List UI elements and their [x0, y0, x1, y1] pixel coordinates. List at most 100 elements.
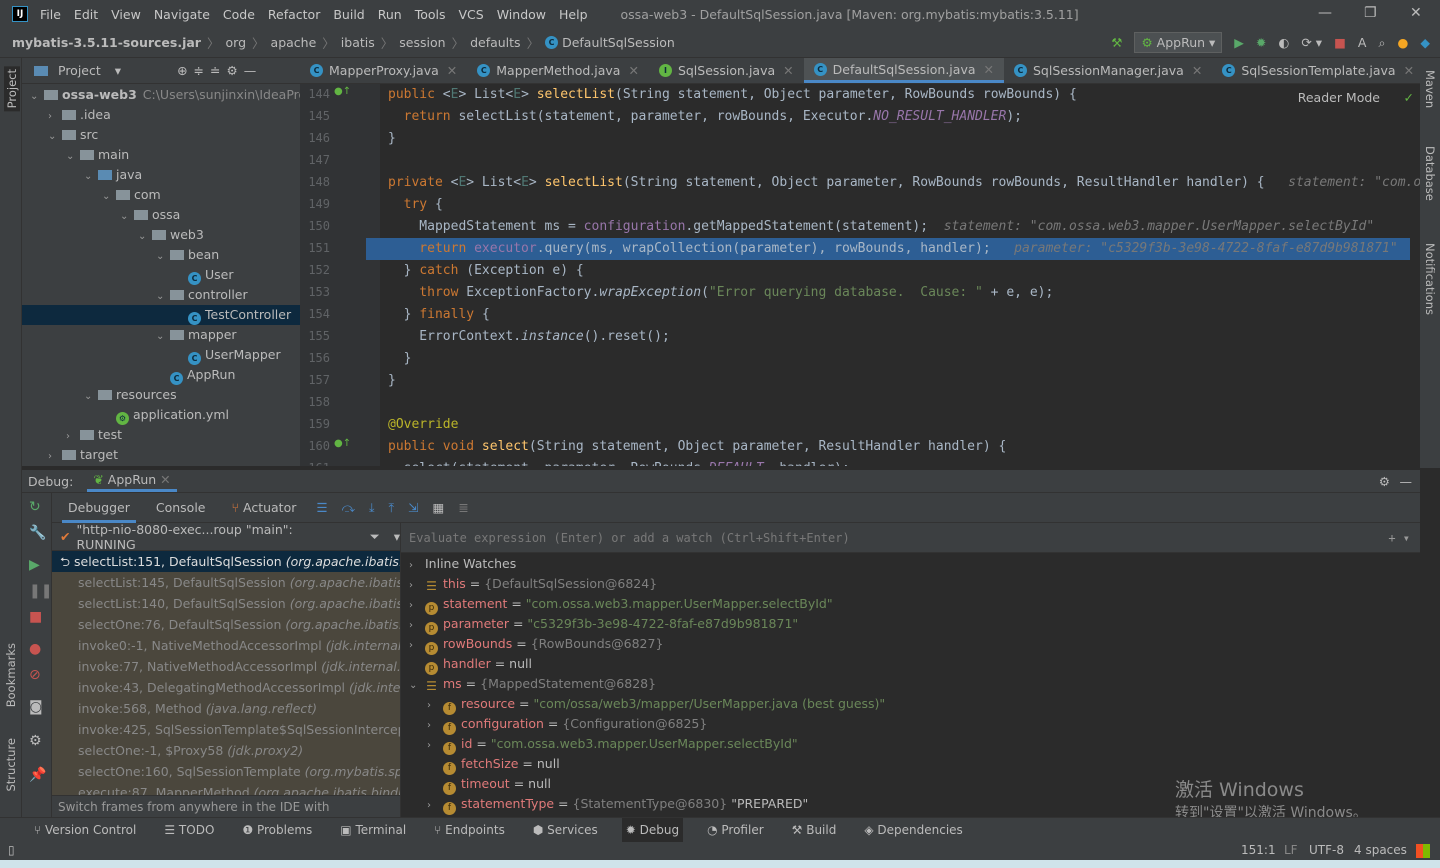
chevron-down-icon[interactable]: ▾ — [115, 63, 121, 78]
gear-icon[interactable]: ⚙ — [227, 63, 238, 78]
chevron-down-icon[interactable]: ⌄ — [156, 327, 170, 347]
tool-problems[interactable]: ❶ Problems — [238, 818, 316, 843]
restore-button[interactable]: ❐ — [1364, 5, 1377, 21]
editor-tab[interactable]: C MapperProxy.java ✕ — [300, 58, 467, 83]
tab-debugger[interactable]: Debugger — [62, 493, 136, 523]
layout-toggle-icon[interactable]: ▯ — [8, 843, 15, 857]
stack-frame[interactable]: selectList:140, DefaultSqlSession (org.a… — [52, 593, 400, 614]
variable-row[interactable]: › p statement = "com.ossa.web3.mapper.User… — [401, 594, 1420, 616]
tree-item[interactable]: › target — [22, 445, 300, 465]
minimize-button[interactable]: — — [1318, 5, 1332, 21]
profile-icon[interactable]: ⟳ ▾ — [1301, 35, 1322, 50]
tree-item[interactable]: ⌄ ossa — [22, 205, 300, 225]
chevron-right-icon[interactable]: › — [427, 736, 443, 756]
tab-actuator[interactable]: ⑂ Actuator — [226, 493, 303, 523]
filter-icon[interactable]: ⏷ — [370, 529, 380, 545]
tree-item[interactable]: › .idea — [22, 105, 300, 125]
menu-refactor[interactable]: Refactor — [268, 7, 320, 22]
variable-row[interactable]: › f configuration = {Configuration@6825} — [401, 714, 1420, 736]
reader-mode-button[interactable]: Reader Mode — [1298, 90, 1380, 105]
menu-run[interactable]: Run — [378, 7, 402, 22]
chevron-down-icon[interactable]: ⌄ — [30, 87, 44, 107]
chevron-down-icon[interactable]: ⌄ — [48, 127, 62, 147]
camera-icon[interactable]: ◙ — [29, 699, 43, 715]
chevron-down-icon[interactable]: ⌄ — [84, 387, 98, 407]
breadcrumb-item[interactable]: session — [399, 35, 445, 50]
variable-row[interactable]: p handler = null — [401, 654, 1420, 675]
tree-item[interactable]: › test — [22, 425, 300, 445]
stripe-database[interactable]: Database — [1423, 146, 1437, 201]
breadcrumb-item[interactable]: apache — [271, 35, 317, 50]
chevron-right-icon[interactable]: › — [427, 696, 443, 716]
view-breakpoints-icon[interactable]: ● — [29, 641, 41, 657]
tool-todo[interactable]: ☰ TODO — [160, 818, 218, 843]
hide-icon[interactable]: — — [1400, 474, 1413, 489]
chevron-right-icon[interactable]: › — [409, 596, 425, 616]
menu-window[interactable]: Window — [497, 7, 546, 22]
stripe-notifications[interactable]: Notifications — [1423, 243, 1437, 315]
variable-row[interactable]: › f id = "com.ossa.web3.mapper.UserMapper.… — [401, 734, 1420, 756]
inspection-ok-icon[interactable]: ✓ — [1404, 90, 1414, 105]
chevron-down-icon[interactable]: ⌄ — [156, 287, 170, 307]
tab-console[interactable]: Console — [150, 493, 212, 523]
rerun-icon[interactable]: ↻ — [29, 499, 41, 515]
stripe-structure[interactable]: Structure — [4, 738, 18, 792]
tool-terminal[interactable]: ▣ Terminal — [336, 818, 410, 843]
tree-item[interactable]: C UserMapper — [22, 345, 300, 365]
chevron-right-icon[interactable]: › — [66, 427, 80, 447]
chevron-down-icon[interactable]: ⌄ — [409, 676, 425, 696]
breadcrumb-item[interactable]: ibatis — [341, 35, 375, 50]
variable-row[interactable]: › f resource = "com/ossa/web3/mapper/UserM… — [401, 694, 1420, 716]
close-icon[interactable]: ✕ — [984, 62, 994, 77]
stripe-project[interactable]: Project — [4, 66, 20, 112]
run-config-select[interactable]: ⚙ AppRun ▾ — [1134, 32, 1223, 53]
chevron-right-icon[interactable]: › — [409, 616, 425, 636]
tree-item[interactable]: C User — [22, 265, 300, 285]
tree-item[interactable]: ⌄ main — [22, 145, 300, 165]
close-icon[interactable]: ✕ — [783, 63, 793, 78]
debug-session-tab[interactable]: ❦ AppRun ✕ — [87, 470, 177, 492]
tool-profiler[interactable]: ◔ Profiler — [703, 818, 768, 843]
tree-item[interactable]: C TestController — [22, 305, 300, 325]
tool-services[interactable]: ⬢ Services — [529, 818, 602, 843]
override-marker-icon[interactable]: ●↑ — [334, 438, 351, 449]
stack-frame[interactable]: selectList:145, DefaultSqlSession (org.a… — [52, 572, 400, 593]
build-hammer-icon[interactable]: ⚒ — [1111, 35, 1122, 50]
tree-item[interactable]: ⌄ com — [22, 185, 300, 205]
editor-tab[interactable]: C SqlSessionTemplate.java ✕ — [1212, 58, 1424, 83]
breadcrumb-item[interactable]: DefaultSqlSession — [562, 35, 675, 50]
search-icon[interactable]: ⌕ — [1378, 35, 1385, 51]
hide-icon[interactable]: — — [244, 63, 257, 78]
stripe-bookmarks[interactable]: Bookmarks — [4, 643, 18, 707]
chevron-right-icon[interactable]: › — [48, 447, 62, 467]
tree-item[interactable]: ⌄ java — [22, 165, 300, 185]
file-encoding[interactable]: UTF-8 — [1309, 843, 1344, 857]
chevron-right-icon[interactable]: › — [409, 636, 425, 656]
menu-build[interactable]: Build — [333, 7, 364, 22]
stack-frame[interactable]: invoke0:-1, NativeMethodAccessorImpl (jd… — [52, 635, 400, 656]
pin-icon[interactable]: 📌 — [29, 767, 46, 783]
chevron-down-icon[interactable]: ⌄ — [138, 227, 152, 247]
stack-frame[interactable]: invoke:77, NativeMethodAccessorImpl (jdk… — [52, 656, 400, 677]
breadcrumb-item[interactable]: mybatis-3.5.11-sources.jar — [12, 35, 201, 50]
chevron-right-icon[interactable]: › — [427, 716, 443, 736]
tree-item[interactable]: ⌄ mapper — [22, 325, 300, 345]
code-editor[interactable]: 144 ●↑ 145 146 147 148 149 150 151 152 153 154 155 15… — [300, 84, 1420, 466]
settings-icon[interactable]: ⚙ — [29, 733, 42, 749]
evaluate-icon[interactable]: ▦ — [433, 500, 445, 515]
stack-frame[interactable]: ⮌ selectList:151, DefaultSqlSession (org… — [52, 551, 400, 572]
line-separator[interactable]: LF — [1284, 843, 1298, 857]
indent-setting[interactable]: 4 spaces — [1354, 843, 1407, 857]
toolbox-icon[interactable]: ◆ — [1420, 35, 1430, 50]
menu-file[interactable]: File — [40, 7, 61, 22]
step-into-icon[interactable]: ⤓ — [369, 500, 375, 516]
step-over-icon[interactable]: ⤼ — [342, 500, 355, 516]
editor-gutter[interactable]: 144 ●↑ 145 146 147 148 149 150 151 152 153 154 155 15… — [300, 84, 380, 466]
variable-row[interactable]: › p rowBounds = {RowBounds@6827} — [401, 634, 1420, 656]
menu-help[interactable]: Help — [559, 7, 588, 22]
menu-edit[interactable]: Edit — [74, 7, 98, 22]
stack-frame[interactable]: selectOne:-1, $Proxy58 (jdk.proxy2) — [52, 740, 400, 761]
trace-icon[interactable]: ≣ — [458, 500, 468, 515]
editor-tab[interactable]: C DefaultSqlSession.java ✕ — [803, 58, 1004, 83]
chevron-right-icon[interactable]: › — [409, 556, 425, 576]
